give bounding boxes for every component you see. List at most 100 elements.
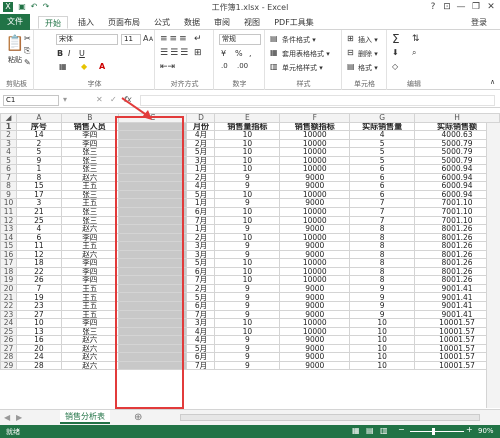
cell[interactable]: 4月 [186, 181, 216, 191]
format-as-table-icon[interactable]: ▦ [270, 48, 278, 57]
cell-styles-button[interactable]: 单元格样式 ▾ [282, 63, 323, 73]
cell[interactable]: 张三 [60, 207, 119, 217]
cell[interactable]: 10 [349, 318, 416, 328]
cell[interactable]: 销售额指标 [279, 121, 351, 132]
cell[interactable]: 10 [214, 215, 281, 226]
cell[interactable]: 3 [15, 198, 62, 208]
cell[interactable]: 23 [15, 301, 62, 311]
cell[interactable]: 1 [15, 164, 62, 174]
cell[interactable]: 张三 [60, 189, 119, 200]
tab-home[interactable]: 开始 [38, 16, 68, 29]
row-number[interactable]: 12 [0, 215, 17, 226]
cell[interactable]: 4 [349, 130, 416, 140]
cell[interactable]: 5 [15, 147, 62, 157]
cell[interactable]: 10000 [279, 215, 351, 226]
cell[interactable]: 6 [349, 164, 416, 174]
find-icon[interactable]: ⌕ [412, 48, 416, 58]
format-as-table-button[interactable]: 套用表格格式 ▾ [282, 49, 330, 59]
zoom-in-button[interactable]: + [466, 425, 473, 434]
cell[interactable]: 10000 [279, 207, 351, 217]
row-number[interactable]: 23 [0, 309, 17, 320]
shrink-font-icon[interactable]: A [149, 36, 153, 43]
cell[interactable]: 4月 [186, 130, 216, 140]
cell[interactable]: 序号 [15, 121, 62, 132]
merge-icon[interactable]: ⊞ [194, 48, 202, 58]
cell[interactable]: 9 [214, 198, 281, 208]
cell[interactable]: 9000 [279, 360, 351, 371]
cell[interactable]: 10000 [279, 147, 351, 157]
row-number[interactable]: 3 [0, 138, 17, 149]
cell[interactable]: 销售量指标 [214, 121, 281, 132]
cell[interactable]: 10 [214, 147, 281, 157]
row-number[interactable]: 28 [0, 352, 17, 362]
name-box-dropdown-icon[interactable]: ▾ [63, 95, 67, 104]
cell[interactable]: 10 [349, 360, 416, 371]
wrap-text-icon[interactable]: ↵ [194, 34, 202, 44]
cell[interactable]: 3月 [186, 241, 216, 251]
cell[interactable]: 5 [349, 138, 416, 149]
cell[interactable]: 10000 [279, 138, 351, 149]
cell[interactable]: 7月 [186, 360, 216, 371]
cell[interactable]: 6月 [186, 266, 216, 277]
normal-view-icon[interactable]: ▦ [352, 426, 360, 435]
ribbon-options-button[interactable]: ⊡ [440, 1, 454, 13]
cell[interactable]: 8 [15, 172, 62, 183]
cell[interactable]: 王五 [60, 241, 119, 251]
increase-decimal-icon[interactable]: .0 [221, 62, 228, 70]
cell[interactable]: 赵六 [60, 224, 119, 234]
cell[interactable]: 月份 [186, 121, 216, 132]
percent-button[interactable]: % [235, 49, 243, 58]
tab-view[interactable]: 视图 [240, 16, 264, 29]
sheet-tab-sales-analysis[interactable]: 销售分析表 [60, 410, 110, 424]
restore-button[interactable]: ❐ [469, 1, 483, 13]
number-format-select[interactable]: 常规 [219, 34, 261, 45]
cell[interactable]: 赵六 [60, 249, 119, 260]
cell[interactable]: 9000 [279, 241, 351, 251]
cell[interactable]: 9000 [279, 335, 351, 345]
row-number[interactable]: 21 [0, 292, 17, 303]
cell[interactable]: 22 [15, 266, 62, 277]
help-button[interactable]: ? [426, 1, 440, 13]
cell[interactable]: 3月 [186, 249, 216, 260]
cell[interactable]: 6月 [186, 207, 216, 217]
cell[interactable]: 10 [214, 189, 281, 200]
cell[interactable]: 张三 [60, 326, 119, 337]
tab-page-layout[interactable]: 页面布局 [104, 16, 144, 29]
cancel-formula-button[interactable]: ✕ [96, 95, 103, 104]
horizontal-scrollbar[interactable] [180, 414, 480, 421]
conditional-format-icon[interactable]: ▤ [270, 34, 278, 43]
cell[interactable]: 4月 [186, 326, 216, 337]
row-number[interactable]: 15 [0, 241, 17, 251]
format-cells-icon[interactable]: ▤ [347, 62, 355, 71]
zoom-slider-thumb[interactable] [432, 428, 435, 435]
column-header[interactable]: D [186, 113, 216, 123]
row-number[interactable]: 16 [0, 249, 17, 260]
cell[interactable]: 9000 [279, 292, 351, 303]
cell[interactable]: 李四 [60, 130, 119, 140]
cell[interactable]: 8 [349, 249, 416, 260]
scroll-left-icon[interactable]: ◀ [4, 413, 10, 422]
row-number[interactable]: 22 [0, 301, 17, 311]
cell[interactable]: 2月 [186, 283, 216, 294]
cell[interactable]: 7月 [186, 275, 216, 285]
cell[interactable]: 14 [15, 130, 62, 140]
cell[interactable]: 9 [349, 301, 416, 311]
cell[interactable]: 9 [214, 352, 281, 362]
cell[interactable]: 3月 [186, 318, 216, 328]
cell[interactable]: 8 [349, 258, 416, 268]
format-cells-button[interactable]: 格式 ▾ [358, 63, 378, 73]
cell[interactable]: 9000 [279, 283, 351, 294]
cell[interactable]: 10 [349, 326, 416, 337]
sort-filter-icon[interactable]: ⇅ [412, 34, 420, 44]
row-number[interactable]: 2 [0, 130, 17, 140]
cell[interactable]: 16 [15, 335, 62, 345]
cell[interactable]: 1月 [186, 224, 216, 234]
copy-icon[interactable]: ⎘ [24, 46, 30, 56]
row-number[interactable]: 26 [0, 335, 17, 345]
cell[interactable]: 王五 [60, 181, 119, 191]
cell[interactable]: 李四 [60, 258, 119, 268]
cell[interactable]: 9000 [279, 309, 351, 320]
cell[interactable]: 9 [214, 249, 281, 260]
tab-file[interactable]: 文件 [0, 14, 30, 30]
cell[interactable]: 10 [214, 266, 281, 277]
